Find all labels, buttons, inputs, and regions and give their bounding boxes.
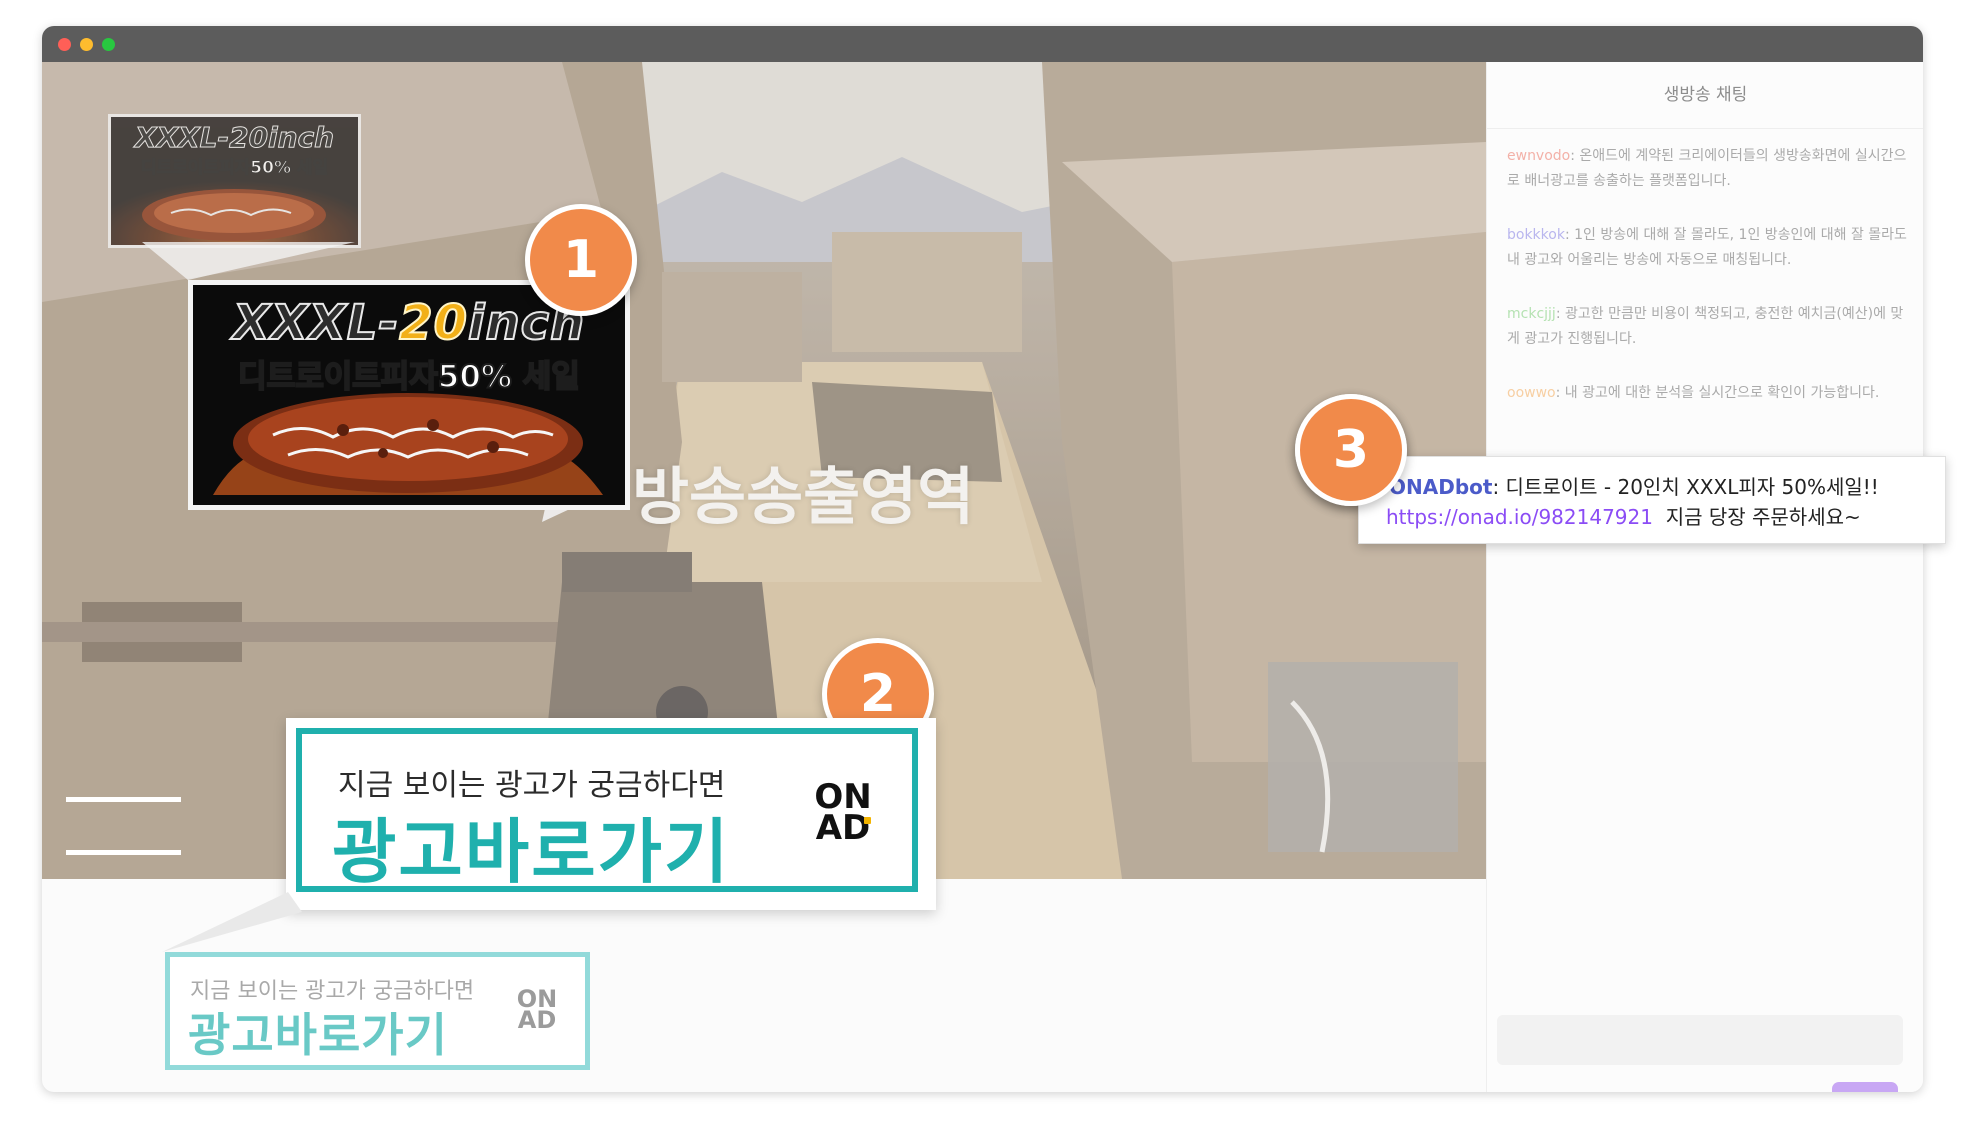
pizza-image xyxy=(213,393,603,495)
bot-link-suffix: 지금 당장 주문하세요~ xyxy=(1665,505,1861,529)
banner-headline-prefix: XXXL- xyxy=(232,294,400,352)
chat-message: mckcjjj: 광고한 만큼만 비용이 책정되고, 충전한 예치금(예산)에 … xyxy=(1507,302,1907,352)
bot-link-line: https://onad.io/982147921 지금 당장 주문하세요~ xyxy=(1386,501,1861,530)
chat-separator: : xyxy=(1564,227,1575,243)
pizza-image xyxy=(142,189,326,241)
logo-accent-square xyxy=(864,817,871,824)
bot-message-line: ONADbot: 디트로이트 - 20인치 XXXL피자 50%세일!! xyxy=(1389,475,1879,499)
maximize-window-button[interactable] xyxy=(102,38,115,51)
chat-username: ewnvodo xyxy=(1507,148,1571,164)
live-chat-panel: 생방송 채팅 ewnvodo: 온애드에 계약된 크리에이터들의 생방송화면에 … xyxy=(1486,62,1923,1092)
chat-text: 내 광고에 대한 분석을 실시간으로 확인이 가능합니다. xyxy=(1564,385,1880,401)
chat-text: 광고한 만큼만 비용이 책정되고, 충전한 예치금(예산)에 맞게 광고가 진행… xyxy=(1507,306,1904,347)
step-badge-3-overlay: 3 xyxy=(1295,394,1407,506)
chat-username: bokkkok xyxy=(1507,227,1565,243)
chat-send-button[interactable] xyxy=(1832,1082,1898,1092)
thumbnail-ad-banner: XXXL-20inch 디트로이트피자50% 세일 xyxy=(108,114,361,248)
chat-message: ewnvodo: 온애드에 계약된 크리에이터들의 생방송화면에 실시간으로 배… xyxy=(1507,144,1907,194)
chat-message: bokkkok: 1인 방송에 대해 잘 몰라도, 1인 방송인에 대해 잘 몰… xyxy=(1507,223,1907,273)
ad-link-frame: 지금 보이는 광고가 궁금하다면 광고바로가기 ON AD xyxy=(296,728,918,893)
browser-window: 생방송 채팅 ewnvodo: 온애드에 계약된 크리에이터들의 생방송화면에 … xyxy=(42,26,1923,1092)
chat-message: oowwo: 내 광고에 대한 분석을 실시간으로 확인이 가능합니다. xyxy=(1507,381,1907,406)
minimize-window-button[interactable] xyxy=(80,38,93,51)
banner-headline-number: 20 xyxy=(398,294,469,352)
thumbnail-subline: 디트로이트피자50% 세일 xyxy=(140,158,329,179)
broadcast-area-caption: 방송송출영역 xyxy=(632,460,975,533)
cta-title: 광고바로가기 xyxy=(332,811,731,893)
thumbnail-headline: XXXL-20inch xyxy=(134,121,335,155)
chat-input[interactable] xyxy=(1497,1015,1903,1065)
bot-chat-message-card: ONADbot: 디트로이트 - 20인치 XXXL피자 50%세일!! htt… xyxy=(1358,456,1946,544)
chat-title: 생방송 채팅 xyxy=(1487,62,1923,129)
chat-separator: : xyxy=(1555,385,1565,401)
callout-wedge xyxy=(162,892,302,952)
ad-link-banner-small[interactable]: 지금 보이는 광고가 궁금하다면 광고바로가기 ON AD xyxy=(165,952,590,1070)
chat-username: oowwo xyxy=(1507,385,1556,401)
bot-username: ONADbot xyxy=(1389,475,1493,499)
pizza-ad-banner: XXXL-20inch 디트로이트피자50% 세일 xyxy=(188,280,630,510)
bot-link[interactable]: https://onad.io/982147921 xyxy=(1386,505,1653,529)
window-titlebar xyxy=(42,26,1923,62)
onad-logo: ON AD xyxy=(513,987,561,1034)
chat-separator: : xyxy=(1555,306,1565,322)
chat-username: mckcjjj xyxy=(1507,306,1556,322)
close-window-button[interactable] xyxy=(58,38,71,51)
ad-link-banner-large[interactable]: 지금 보이는 광고가 궁금하다면 광고바로가기 ON AD xyxy=(286,718,936,910)
cta-title: 광고바로가기 xyxy=(188,1008,448,1062)
onad-logo-bottom: AD xyxy=(517,1006,557,1034)
step-badge-1: 1 xyxy=(525,204,637,316)
bot-message-text: 디트로이트 - 20인치 XXXL피자 50%세일!! xyxy=(1505,475,1879,499)
onad-logo: ON AD xyxy=(808,780,878,845)
